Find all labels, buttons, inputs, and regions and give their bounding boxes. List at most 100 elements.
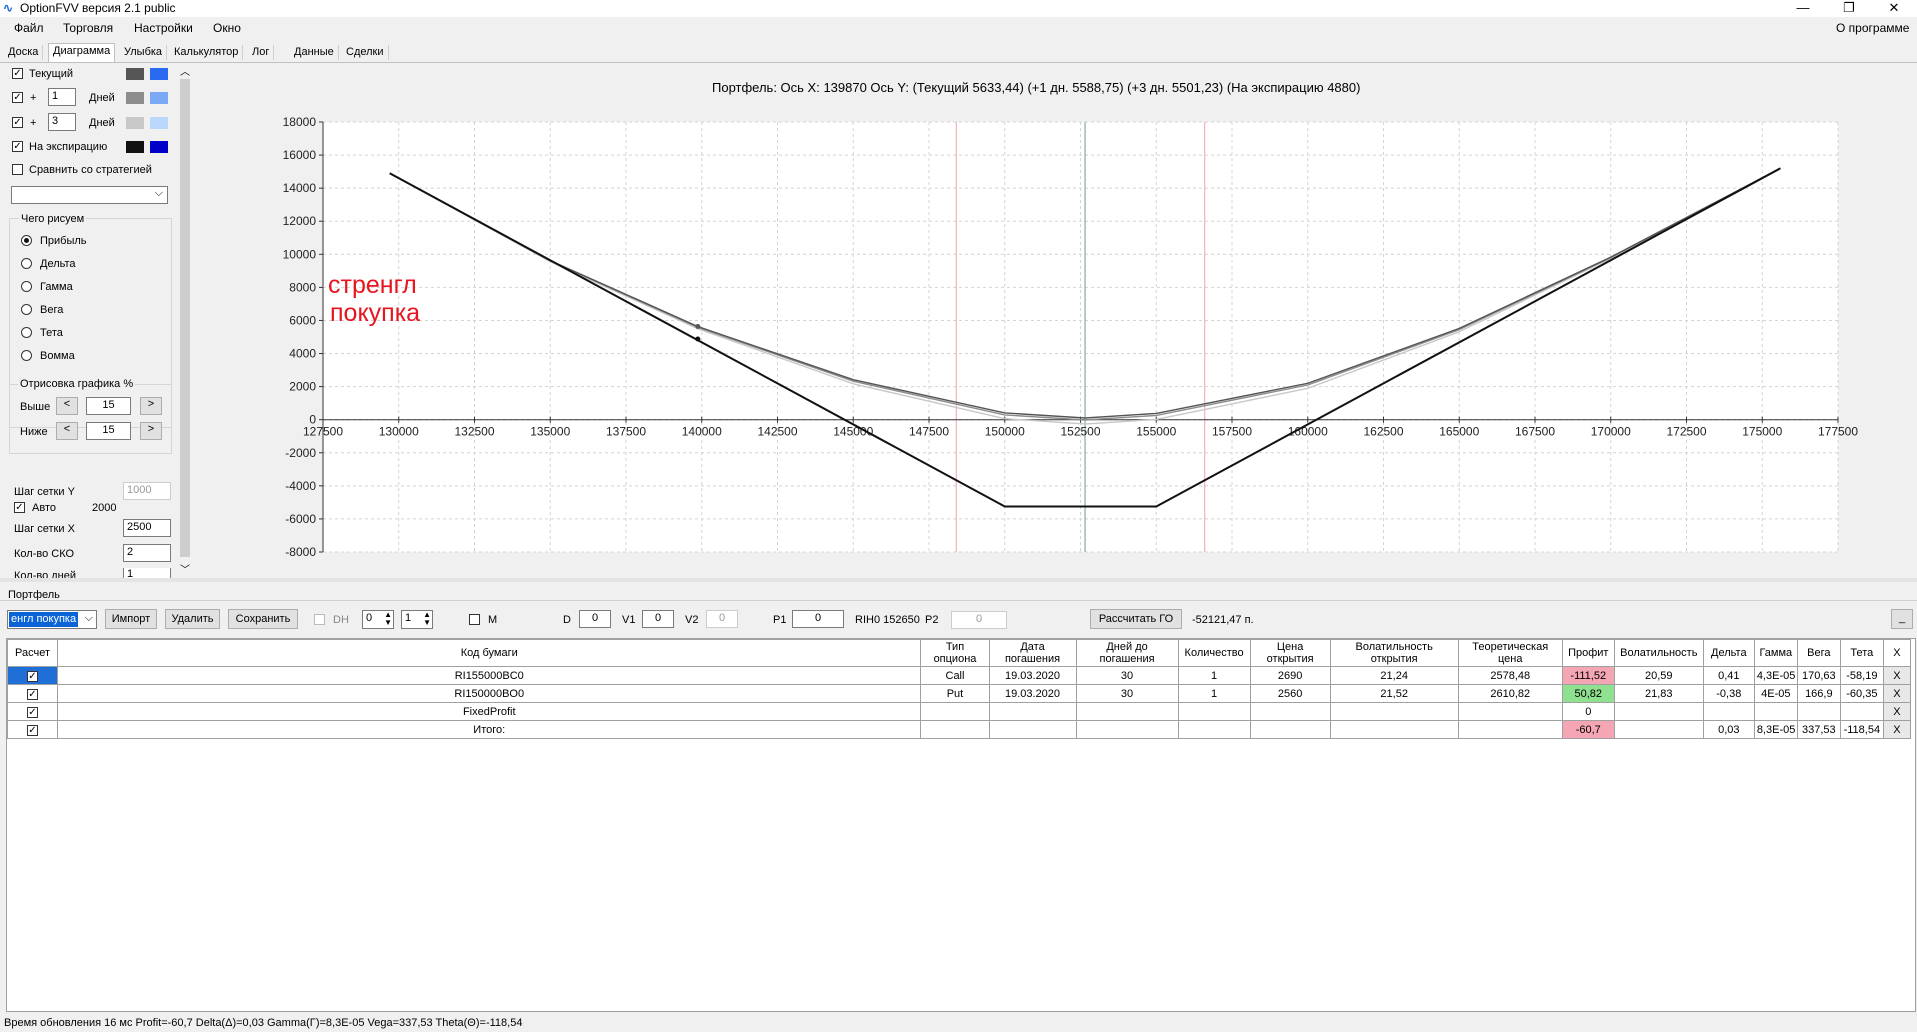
collapse-button[interactable]: _ xyxy=(1891,609,1913,629)
restore-button[interactable]: ❐ xyxy=(1826,0,1872,17)
cell-theo-price[interactable]: 2610,82 xyxy=(1457,684,1563,703)
above-input[interactable]: 15 xyxy=(86,397,131,415)
cell-delta[interactable]: 0,41 xyxy=(1702,666,1755,685)
above-dec-button[interactable]: < xyxy=(56,397,78,415)
save-button[interactable]: Сохранить xyxy=(228,609,298,629)
dh-spin2[interactable]: 1 ▲ ▼ xyxy=(401,610,433,629)
menu-window[interactable]: Окно xyxy=(213,21,241,35)
tab-calculator[interactable]: Калькулятор xyxy=(170,45,244,60)
col-header-x[interactable]: X xyxy=(1882,639,1912,667)
cell-theta[interactable] xyxy=(1839,702,1884,721)
radio-delta[interactable] xyxy=(21,258,32,269)
col-header-open-price[interactable]: Цена открытия xyxy=(1249,639,1331,667)
row-calc-checkbox[interactable]: ✓ xyxy=(27,706,38,718)
plus3-gray-swatch[interactable] xyxy=(126,117,144,129)
tab-deals[interactable]: Сделки xyxy=(342,45,389,60)
below-input[interactable]: 15 xyxy=(86,422,131,440)
cell-days[interactable]: 30 xyxy=(1075,666,1179,685)
row-calc-checkbox[interactable]: ✓ xyxy=(27,688,38,700)
cell-type[interactable]: Put xyxy=(920,684,990,703)
cell-code[interactable]: FixedProfit xyxy=(57,702,922,721)
radio-theta[interactable] xyxy=(21,327,32,338)
strategy-select[interactable]: ⌵ xyxy=(11,186,168,204)
calc-go-button[interactable]: Рассчитать ГО xyxy=(1090,609,1182,629)
cell-theo-price[interactable]: 2578,48 xyxy=(1457,666,1563,685)
cell-date[interactable]: 19.03.2020 xyxy=(988,684,1077,703)
cell-theta[interactable]: -118,54 xyxy=(1839,720,1884,739)
cell-vega[interactable]: 170,63 xyxy=(1796,666,1841,685)
cell-vol[interactable]: 20,59 xyxy=(1613,666,1704,685)
dh-spin1[interactable]: 0 ▲ ▼ xyxy=(362,610,394,629)
cell-profit[interactable]: 0 xyxy=(1561,702,1615,721)
cell-vol[interactable] xyxy=(1613,702,1704,721)
cell-days[interactable] xyxy=(1075,702,1179,721)
remove-row-button[interactable]: X xyxy=(1882,720,1912,739)
current-gray-swatch[interactable] xyxy=(126,68,144,80)
cell-vol[interactable] xyxy=(1613,720,1704,739)
remove-row-button[interactable]: X xyxy=(1882,684,1912,703)
row-calc-checkbox[interactable]: ✓ xyxy=(27,670,38,682)
p1-input[interactable]: 0 xyxy=(792,610,844,628)
menu-trade[interactable]: Торговля xyxy=(63,21,113,35)
table-row[interactable]: ✓ RI150000BO0 Put 19.03.2020 30 1 2560 2… xyxy=(6,684,1912,703)
col-header-delta[interactable]: Дельта xyxy=(1702,639,1755,667)
cell-profit[interactable]: -60,7 xyxy=(1561,720,1615,739)
spin-arrows-icon[interactable]: ▲ ▼ xyxy=(384,611,392,627)
menu-file[interactable]: Файл xyxy=(14,21,44,35)
cell-delta[interactable]: 0,03 xyxy=(1702,720,1755,739)
col-header-profit[interactable]: Профит xyxy=(1561,639,1615,667)
cell-code[interactable]: RI155000BC0 xyxy=(57,666,922,685)
tab-diagram[interactable]: Диаграмма xyxy=(48,43,116,62)
plus1-days-input[interactable]: 1 xyxy=(48,88,76,106)
cell-type[interactable] xyxy=(920,702,990,721)
radio-vomma[interactable] xyxy=(21,350,32,361)
cell-type[interactable] xyxy=(920,720,990,739)
cell-theta[interactable]: -60,35 xyxy=(1839,684,1884,703)
cell-date[interactable] xyxy=(988,702,1077,721)
row-calc-checkbox-cell[interactable]: ✓ xyxy=(6,702,59,721)
table-row-total[interactable]: ✓ Итого: -60,7 0,03 8,3E-05 337,53 -118,… xyxy=(6,720,1912,739)
row-calc-checkbox-cell[interactable]: ✓ xyxy=(6,684,59,703)
cell-qty[interactable] xyxy=(1177,702,1251,721)
radio-profit[interactable] xyxy=(21,235,32,246)
row-calc-checkbox-cell[interactable]: ✓ xyxy=(6,666,59,685)
portfolio-select[interactable]: енгл покупка ⌵ xyxy=(7,610,97,629)
plus1-checkbox[interactable]: ✓ xyxy=(12,92,23,103)
col-header-open-vol[interactable]: Волатильность открытия xyxy=(1329,639,1459,667)
cell-theo-price[interactable] xyxy=(1457,702,1563,721)
m-checkbox[interactable] xyxy=(469,614,480,625)
cell-theta[interactable]: -58,19 xyxy=(1839,666,1884,685)
expiry-black-swatch[interactable] xyxy=(126,141,144,153)
tab-smile[interactable]: Улыбка xyxy=(120,45,168,60)
splitter[interactable] xyxy=(0,578,1917,582)
tab-log[interactable]: Лог xyxy=(248,45,275,60)
tab-board[interactable]: Доска xyxy=(4,45,44,60)
col-header-days[interactable]: Дней до погашения xyxy=(1075,639,1179,667)
close-button[interactable]: ✕ xyxy=(1871,0,1917,17)
col-header-code[interactable]: Код бумаги xyxy=(57,639,922,667)
plus3-days-input[interactable]: 3 xyxy=(48,113,76,131)
cell-date[interactable] xyxy=(988,720,1077,739)
dh-checkbox[interactable] xyxy=(314,614,325,625)
col-header-vol[interactable]: Волатильность xyxy=(1613,639,1704,667)
radio-gamma[interactable] xyxy=(21,281,32,292)
plot-area[interactable] xyxy=(323,122,1838,552)
cell-qty[interactable]: 1 xyxy=(1177,666,1251,685)
cell-vega[interactable] xyxy=(1796,702,1841,721)
cell-code[interactable]: RI150000BO0 xyxy=(57,684,922,703)
plus1-gray-swatch[interactable] xyxy=(126,92,144,104)
spin-arrows-icon[interactable]: ▲ ▼ xyxy=(423,611,431,627)
cell-open-price[interactable]: 2690 xyxy=(1249,666,1331,685)
col-header-theta[interactable]: Тета xyxy=(1839,639,1884,667)
cell-theo-price[interactable] xyxy=(1457,720,1563,739)
cell-code[interactable]: Итого: xyxy=(57,720,922,739)
current-checkbox[interactable]: ✓ xyxy=(12,68,23,79)
col-header-vega[interactable]: Вега xyxy=(1796,639,1841,667)
below-dec-button[interactable]: < xyxy=(56,422,78,440)
col-header-date[interactable]: Дата погашения xyxy=(988,639,1077,667)
menu-about[interactable]: О программе xyxy=(1836,21,1909,35)
plus3-checkbox[interactable]: ✓ xyxy=(12,117,23,128)
cell-type[interactable]: Call xyxy=(920,666,990,685)
tab-data[interactable]: Данные xyxy=(290,45,339,60)
cell-date[interactable]: 19.03.2020 xyxy=(988,666,1077,685)
